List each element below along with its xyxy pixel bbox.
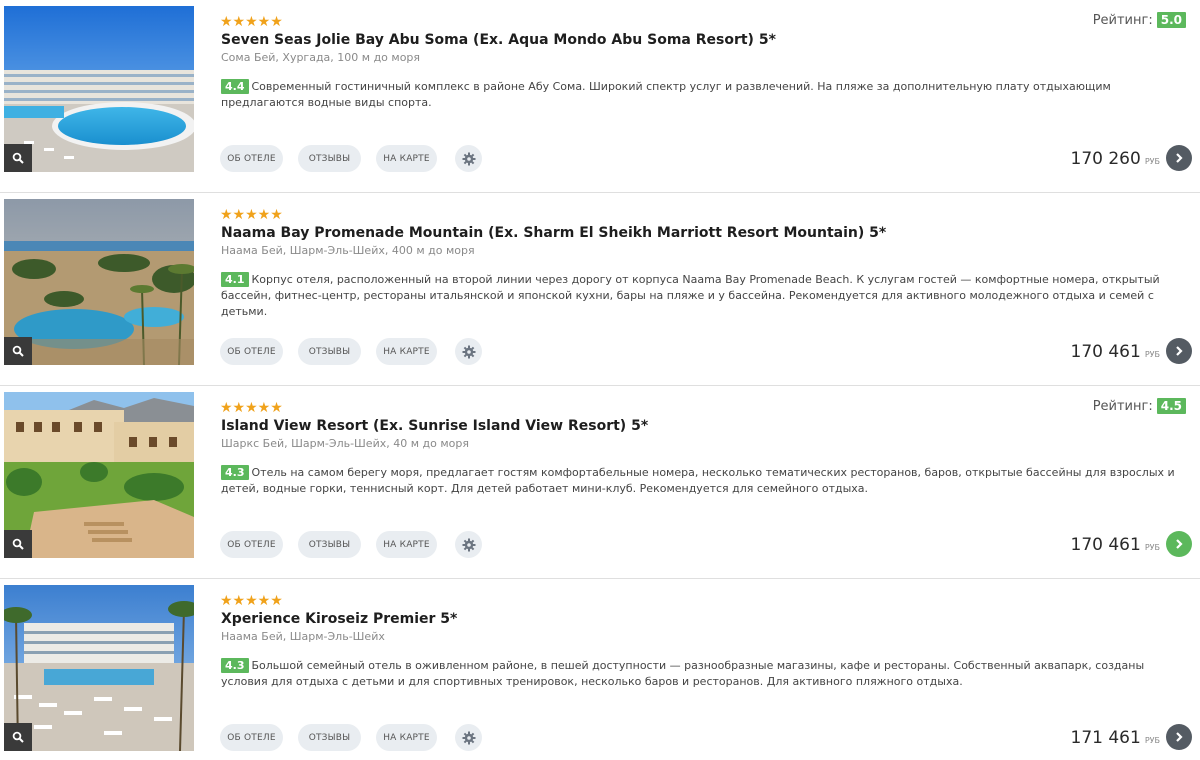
hotel-card: ★★★★★ Naama Bay Promenade Mountain (Ex. … xyxy=(0,193,1200,386)
star-rating: ★★★★★ xyxy=(220,14,283,30)
map-button[interactable]: НА КАРТЕ xyxy=(376,338,437,365)
hotel-photo[interactable] xyxy=(4,199,194,365)
hotel-name[interactable]: Island View Resort (Ex. Sunrise Island V… xyxy=(221,418,648,434)
price: 170 260 РУБ xyxy=(1071,149,1161,169)
hotel-description: 4.3 Большой семейный отель в оживленном р… xyxy=(221,658,1186,690)
reviews-button[interactable]: ОТЗЫВЫ xyxy=(298,145,361,172)
score-badge: 4.1 xyxy=(221,272,249,287)
rating: Рейтинг: 5.0 xyxy=(1093,12,1186,28)
hotel-photo[interactable] xyxy=(4,6,194,172)
hotel-name[interactable]: Xperience Kiroseiz Premier 5* xyxy=(221,611,457,627)
reviews-button[interactable]: ОТЗЫВЫ xyxy=(298,724,361,751)
hotel-description: 4.1 Корпус отеля, расположенный на второй… xyxy=(221,272,1186,320)
hotel-location: Наама Бей, Шарм-Эль-Шейх xyxy=(221,630,385,643)
hotel-name[interactable]: Seven Seas Jolie Bay Abu Soma (Ex. Aqua … xyxy=(221,32,776,48)
description-text: Отель на самом берегу моря, предлагает г… xyxy=(221,466,1175,495)
magnifier-icon[interactable] xyxy=(4,337,32,365)
currency-label: РУБ xyxy=(1144,350,1160,359)
hotel-photo[interactable] xyxy=(4,585,194,751)
map-button[interactable]: НА КАРТЕ xyxy=(376,145,437,172)
score-badge: 4.3 xyxy=(221,465,249,480)
currency-label: РУБ xyxy=(1144,157,1160,166)
map-button[interactable]: НА КАРТЕ xyxy=(376,724,437,751)
hotel-description: 4.4 Современный гостиничный комплекс в ра… xyxy=(221,79,1186,111)
star-rating: ★★★★★ xyxy=(220,207,283,223)
hotel-description: 4.3 Отель на самом берегу моря, предлагае… xyxy=(221,465,1186,497)
hotel-location: Шаркс Бей, Шарм-Эль-Шейх, 40 м до моря xyxy=(221,437,469,450)
price: 171 461 РУБ xyxy=(1071,728,1161,748)
hotel-card: ★★★★★ Seven Seas Jolie Bay Abu Soma (Ex.… xyxy=(0,0,1200,193)
hotel-name[interactable]: Naama Bay Promenade Mountain (Ex. Sharm … xyxy=(221,225,886,241)
rating-badge: 5.0 xyxy=(1156,12,1186,28)
star-rating: ★★★★★ xyxy=(220,400,283,416)
reviews-button[interactable]: ОТЗЫВЫ xyxy=(298,531,361,558)
price-value: 170 260 xyxy=(1070,149,1141,169)
magnifier-icon[interactable] xyxy=(4,723,32,751)
about-hotel-button[interactable]: ОБ ОТЕЛЕ xyxy=(220,724,283,751)
score-badge: 4.4 xyxy=(221,79,249,94)
gear-icon[interactable] xyxy=(455,145,482,172)
rating-badge: 4.5 xyxy=(1156,398,1186,414)
chevron-right-icon[interactable] xyxy=(1166,338,1192,364)
gear-icon[interactable] xyxy=(455,531,482,558)
chevron-right-icon[interactable] xyxy=(1166,531,1192,557)
price-value: 171 461 xyxy=(1070,728,1141,748)
rating-label: Рейтинг: xyxy=(1092,398,1153,414)
price: 170 461 РУБ xyxy=(1071,342,1161,362)
chevron-right-icon[interactable] xyxy=(1166,724,1192,750)
gear-icon[interactable] xyxy=(455,338,482,365)
chevron-right-icon[interactable] xyxy=(1166,145,1192,171)
hotel-card: ★★★★★ Xperience Kiroseiz Premier 5* Наам… xyxy=(0,579,1200,760)
about-hotel-button[interactable]: ОБ ОТЕЛЕ xyxy=(220,338,283,365)
reviews-button[interactable]: ОТЗЫВЫ xyxy=(298,338,361,365)
price-value: 170 461 xyxy=(1070,535,1141,555)
description-text: Современный гостиничный комплекс в район… xyxy=(221,80,1111,109)
star-rating: ★★★★★ xyxy=(220,593,283,609)
about-hotel-button[interactable]: ОБ ОТЕЛЕ xyxy=(220,145,283,172)
about-hotel-button[interactable]: ОБ ОТЕЛЕ xyxy=(220,531,283,558)
currency-label: РУБ xyxy=(1144,543,1160,552)
price: 170 461 РУБ xyxy=(1071,535,1161,555)
hotel-location: Наама Бей, Шарм-Эль-Шейх, 400 м до моря xyxy=(221,244,475,257)
description-text: Корпус отеля, расположенный на второй ли… xyxy=(221,273,1160,318)
hotel-photo[interactable] xyxy=(4,392,194,558)
currency-label: РУБ xyxy=(1144,736,1160,745)
rating: Рейтинг: 4.5 xyxy=(1093,398,1186,414)
description-text: Большой семейный отель в оживленном райо… xyxy=(221,659,1145,688)
gear-icon[interactable] xyxy=(455,724,482,751)
map-button[interactable]: НА КАРТЕ xyxy=(376,531,437,558)
hotel-list: ★★★★★ Seven Seas Jolie Bay Abu Soma (Ex.… xyxy=(0,0,1200,760)
magnifier-icon[interactable] xyxy=(4,530,32,558)
price-value: 170 461 xyxy=(1070,342,1141,362)
score-badge: 4.3 xyxy=(221,658,249,673)
hotel-location: Сома Бей, Хургада, 100 м до моря xyxy=(221,51,421,64)
magnifier-icon[interactable] xyxy=(4,144,32,172)
rating-label: Рейтинг: xyxy=(1092,12,1153,28)
hotel-card: ★★★★★ Island View Resort (Ex. Sunrise Is… xyxy=(0,386,1200,579)
